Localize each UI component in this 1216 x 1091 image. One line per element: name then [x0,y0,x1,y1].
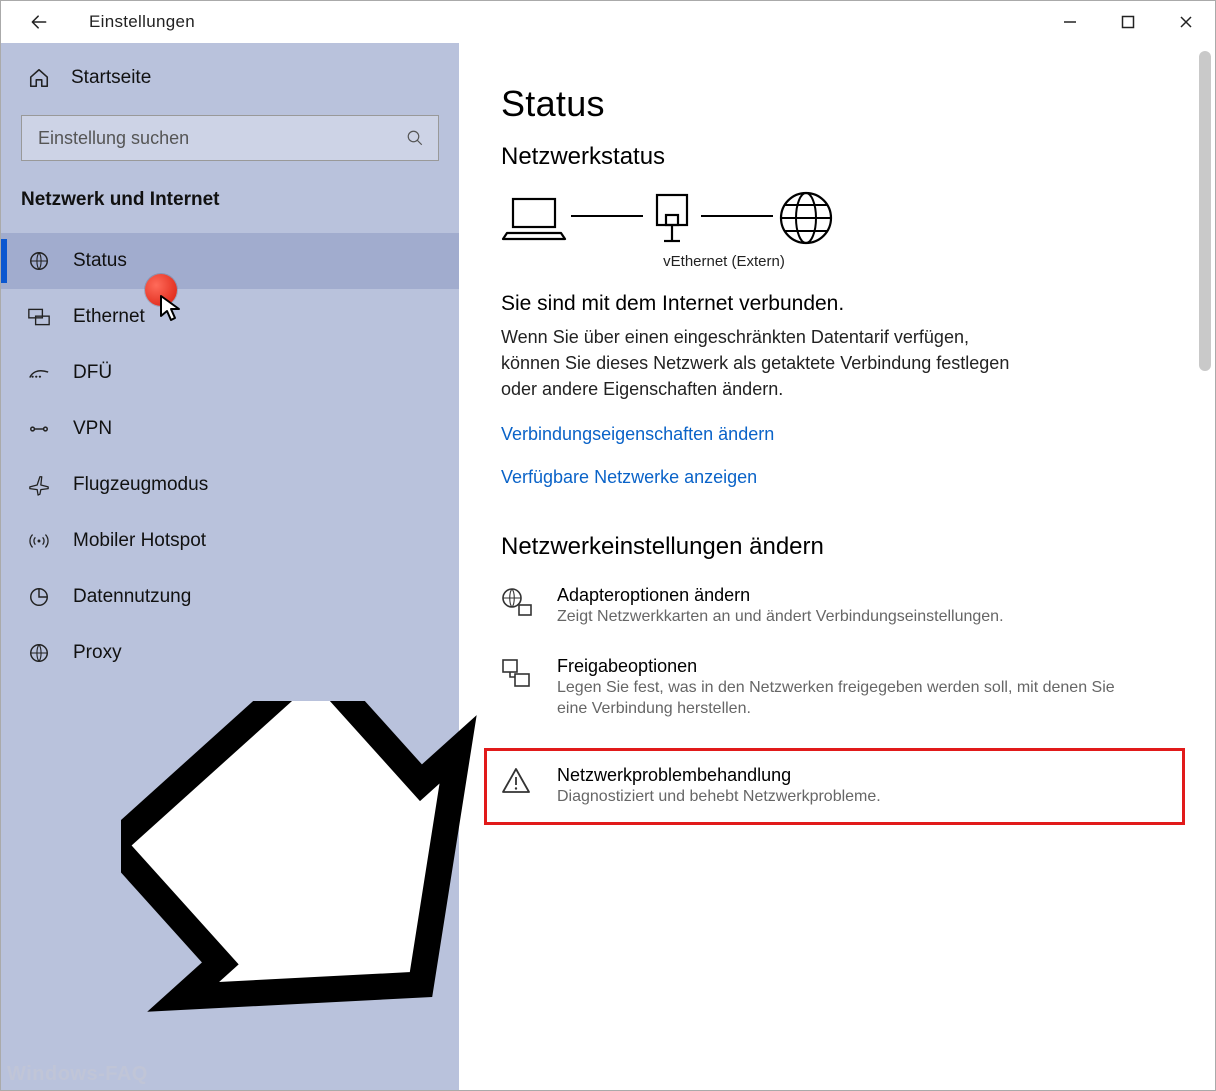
cursor-icon [159,294,183,324]
sidebar-item-label: Proxy [73,642,122,664]
titlebar: Einstellungen [1,1,1215,43]
network-status-heading: Netzwerkstatus [501,143,1181,171]
sidebar-item-datausage[interactable]: Datennutzung [1,569,459,625]
back-button[interactable] [19,2,59,42]
connector-line [701,215,773,217]
annotation-arrow-icon [121,701,521,1031]
proxy-globe-icon [25,642,53,664]
close-button[interactable] [1157,1,1215,43]
hotspot-icon [25,531,53,551]
airplane-icon [25,474,53,496]
connected-message: Sie sind mit dem Internet verbunden. [501,292,1181,316]
sidebar-item-status[interactable]: Status [1,233,459,289]
search-box[interactable] [21,115,439,161]
router-icon [647,191,697,245]
sidebar-item-label: Mobiler Hotspot [73,530,206,552]
watermark: Windows-FAQ [7,1063,148,1086]
search-input[interactable] [36,127,366,150]
window-controls [1041,1,1215,43]
connected-description: Wenn Sie über einen eingeschränkten Date… [501,324,1021,402]
connector-line [571,215,643,217]
sidebar-item-label: Datennutzung [73,586,191,608]
option-adapter[interactable]: Adapteroptionen ändern Zeigt Netzwerkkar… [501,585,1181,628]
globe-status-icon [25,250,53,272]
dialup-icon [25,365,53,381]
page-title: Status [501,83,1181,125]
search-icon [406,129,424,147]
content-pane: Status Netzwerkstatus [459,43,1215,1090]
datausage-icon [25,586,53,608]
sidebar-item-label: Flugzeugmodus [73,474,208,496]
minimize-button[interactable] [1041,1,1099,43]
minimize-icon [1063,15,1077,29]
close-icon [1179,15,1193,29]
option-sharing[interactable]: Freigabeoptionen Legen Sie fest, was in … [501,656,1181,720]
sidebar-section-title: Netzwerk und Internet [21,189,439,211]
sidebar-item-proxy[interactable]: Proxy [1,625,459,681]
diagram-caption: vEthernet (Extern) [619,253,829,270]
home-icon [25,67,53,89]
home-link[interactable]: Startseite [21,57,439,99]
sidebar-nav: Status Ethernet DFÜ VPN [1,233,459,681]
window-title: Einstellungen [89,12,195,32]
sidebar-item-flightmode[interactable]: Flugzeugmodus [1,457,459,513]
ethernet-icon [25,308,53,326]
option-title: Adapteroptionen ändern [557,585,1004,606]
scrollbar[interactable] [1199,51,1211,371]
option-troubleshoot[interactable]: Netzwerkproblembehandlung Diagnostiziert… [484,748,1185,825]
option-title: Netzwerkproblembehandlung [557,765,881,786]
sidebar-item-vpn[interactable]: VPN [1,401,459,457]
sidebar-item-dfu[interactable]: DFÜ [1,345,459,401]
laptop-icon [501,193,567,243]
network-diagram [501,189,1181,247]
option-desc: Diagnostiziert und behebt Netzwerkproble… [557,786,881,808]
vpn-icon [25,421,53,437]
link-connection-properties[interactable]: Verbindungseigenschaften ändern [501,424,1181,445]
link-available-networks[interactable]: Verfügbare Netzwerke anzeigen [501,467,1181,488]
sidebar-item-label: Ethernet [73,306,145,328]
maximize-icon [1121,15,1135,29]
sidebar-item-label: DFÜ [73,362,112,384]
home-label: Startseite [71,67,151,89]
sidebar-item-ethernet[interactable]: Ethernet [1,289,459,345]
maximize-button[interactable] [1099,1,1157,43]
sidebar-item-hotspot[interactable]: Mobiler Hotspot [1,513,459,569]
change-settings-heading: Netzwerkeinstellungen ändern [501,533,1181,561]
sidebar-item-label: Status [73,250,127,272]
globe-icon [777,189,835,247]
option-desc: Legen Sie fest, was in den Netzwerken fr… [557,677,1117,720]
option-title: Freigabeoptionen [557,656,1117,677]
option-desc: Zeigt Netzwerkkarten an und ändert Verbi… [557,606,1004,628]
sidebar-item-label: VPN [73,418,112,440]
back-arrow-icon [29,12,49,32]
adapter-icon [501,585,535,628]
